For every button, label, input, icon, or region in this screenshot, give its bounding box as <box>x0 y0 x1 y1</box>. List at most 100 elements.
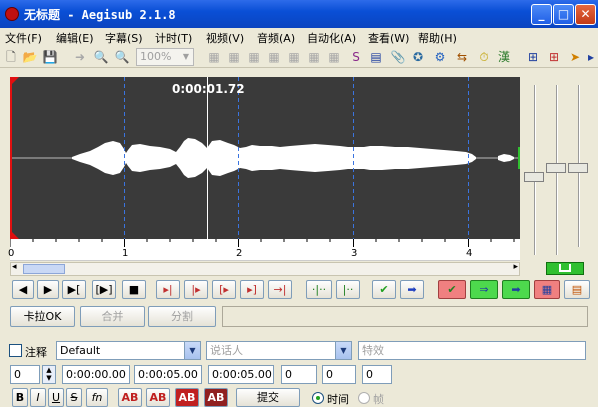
scroll-right-icon[interactable]: ▸ <box>513 262 518 272</box>
toolbar: 🗋 📂 💾 ➜ 🔍 🔍 100% ▼ ▦ ▦ ▦ ▦ ▦ ▦ ▦ S ▤ 📎 ✪… <box>0 46 598 68</box>
video-snap-icon[interactable]: ▦ <box>206 49 222 65</box>
join-button[interactable]: 合并 <box>80 306 145 327</box>
play-current-line-button[interactable]: [▶] <box>92 280 116 299</box>
maximize-button[interactable]: □ <box>553 4 574 25</box>
lead-out-button[interactable]: |·· <box>336 280 360 299</box>
end-time-value: 0:00:05.00 <box>138 368 198 381</box>
replace-icon[interactable]: ➤ <box>567 49 583 65</box>
margin-left-field[interactable]: 0 <box>281 365 317 384</box>
kanji-timer-icon[interactable]: 漢 <box>496 49 512 65</box>
duration-field[interactable]: 0:00:05.00 <box>208 365 274 384</box>
video-snap-end-icon[interactable]: ▦ <box>286 49 302 65</box>
play-first-500ms-button[interactable]: [▸ <box>212 280 236 299</box>
font-face-button[interactable]: fn <box>86 388 108 407</box>
close-button[interactable]: ✕ <box>575 4 596 25</box>
aegisub-app-icon[interactable] <box>5 7 19 21</box>
layer-field[interactable]: 0 <box>10 365 40 384</box>
medusa-shortcuts-toggle[interactable]: ▤ <box>564 280 590 299</box>
play-to-end-button[interactable]: →| <box>268 280 292 299</box>
menu-video[interactable]: 视频(V) <box>206 30 244 46</box>
split-button[interactable]: 分割 <box>148 306 216 327</box>
menu-timing[interactable]: 计时(T) <box>155 30 192 46</box>
lead-in-button[interactable]: ·|·· <box>306 280 332 299</box>
italic-button[interactable]: I <box>30 388 46 407</box>
strikeout-button[interactable]: S <box>66 388 82 407</box>
karaoke-syllable-area[interactable] <box>222 306 588 327</box>
minimize-button[interactable]: _ <box>531 4 552 25</box>
fonts-collector-icon[interactable]: ✪ <box>410 49 426 65</box>
audio-zoom-slider[interactable] <box>524 172 544 182</box>
resample-icon[interactable]: ⇆ <box>454 49 470 65</box>
zoom-dropdown[interactable]: 100% ▼ <box>136 48 194 66</box>
video-jump-icon[interactable]: ▦ <box>326 49 342 65</box>
start-time-field[interactable]: 0:00:00.00 <box>62 365 130 384</box>
spectrum-mode-toggle[interactable]: ▦ <box>534 280 560 299</box>
menu-view[interactable]: 查看(W) <box>368 30 409 46</box>
play-500ms-before-button[interactable]: ▸| <box>156 280 180 299</box>
title-bar: 无标题 - Aegisub 2.1.8 _ □ ✕ <box>0 0 598 28</box>
bold-button[interactable]: B <box>12 388 28 407</box>
style-value: Default <box>60 344 101 357</box>
menu-help[interactable]: 帮助(H) <box>418 30 457 46</box>
secondary-color-button[interactable]: AB <box>146 388 170 407</box>
audio-vzoom-slider[interactable] <box>568 163 588 173</box>
new-file-icon[interactable]: 🗋 <box>3 49 19 65</box>
audio-waveform-display[interactable] <box>10 77 520 239</box>
underline-button[interactable]: U <box>48 388 64 407</box>
commit-check-button[interactable]: ✔ <box>372 280 396 299</box>
auto-next-toggle[interactable]: ⇒ <box>470 280 498 299</box>
menu-edit[interactable]: 编辑(E) <box>56 30 94 46</box>
audio-timeline[interactable]: 0 1 2 3 4 <box>8 239 520 261</box>
commit-button[interactable]: 提交 <box>236 388 300 407</box>
margin-vertical-field[interactable]: 0 <box>362 365 392 384</box>
video-end-icon[interactable]: ▦ <box>246 49 262 65</box>
frame-radio[interactable] <box>358 392 370 404</box>
play-selection-button[interactable]: ▶[ <box>62 280 86 299</box>
previous-line-button[interactable]: ◀ <box>12 280 34 299</box>
menu-subtitle[interactable]: 字幕(S) <box>105 30 143 46</box>
stop-button[interactable]: ■ <box>122 280 146 299</box>
auto-scroll-toggle[interactable]: ➡ <box>502 280 530 299</box>
save-file-icon[interactable]: 💾 <box>42 49 58 65</box>
goto-button[interactable]: ➡ <box>400 280 424 299</box>
comment-checkbox[interactable] <box>9 344 22 357</box>
end-time-field[interactable]: 0:00:05.00 <box>134 365 202 384</box>
style-dropdown[interactable]: Default ▼ <box>56 341 201 360</box>
karaoke-button[interactable]: 卡拉OK <box>10 306 75 327</box>
outline-color-button[interactable]: AB <box>175 388 199 407</box>
scrollbar-thumb[interactable] <box>23 264 65 274</box>
video-start-icon[interactable]: ▦ <box>226 49 242 65</box>
margin-right-field[interactable]: 0 <box>322 365 356 384</box>
play-500ms-after-button[interactable]: |▸ <box>184 280 208 299</box>
zoom-out-icon[interactable]: 🔍 <box>114 49 130 65</box>
styles-manager-icon[interactable]: S <box>348 49 364 65</box>
find-icon[interactable]: ⊞ <box>525 49 541 65</box>
audio-horizontal-scrollbar[interactable]: ◂ ▸ <box>10 262 520 276</box>
automation-icon[interactable]: ⚙ <box>432 49 448 65</box>
time-radio[interactable] <box>312 392 324 404</box>
shadow-color-button[interactable]: AB <box>204 388 228 407</box>
timing-postprocessor-icon[interactable]: ⏱ <box>476 49 492 65</box>
zoom-in-icon[interactable]: 🔍 <box>93 49 109 65</box>
properties-icon[interactable]: ▤ <box>368 49 384 65</box>
audio-volume-slider[interactable] <box>546 163 566 173</box>
auto-commit-toggle[interactable]: ✔ <box>438 280 466 299</box>
scroll-left-icon[interactable]: ◂ <box>12 262 17 272</box>
video-shift-icon[interactable]: ▦ <box>306 49 322 65</box>
primary-color-button[interactable]: AB <box>118 388 142 407</box>
open-file-icon[interactable]: 📂 <box>22 49 38 65</box>
layer-spinner[interactable]: ▲ ▼ <box>42 365 56 384</box>
spell-checker-icon[interactable]: ▸ <box>583 49 598 65</box>
menu-audio[interactable]: 音频(A) <box>257 30 295 46</box>
attachments-icon[interactable]: 📎 <box>390 49 406 65</box>
link-slider-toggle[interactable] <box>546 262 584 275</box>
video-snap-start-icon[interactable]: ▦ <box>266 49 282 65</box>
find-next-icon[interactable]: ⊞ <box>546 49 562 65</box>
jump-to-icon[interactable]: ➜ <box>72 49 88 65</box>
next-line-button[interactable]: ▶ <box>37 280 59 299</box>
play-last-500ms-button[interactable]: ▸] <box>240 280 264 299</box>
actor-dropdown[interactable]: 说话人 ▼ <box>206 341 352 360</box>
menu-file[interactable]: 文件(F) <box>5 30 42 46</box>
effect-field[interactable]: 特效 <box>358 341 586 360</box>
menu-automation[interactable]: 自动化(A) <box>307 30 356 46</box>
